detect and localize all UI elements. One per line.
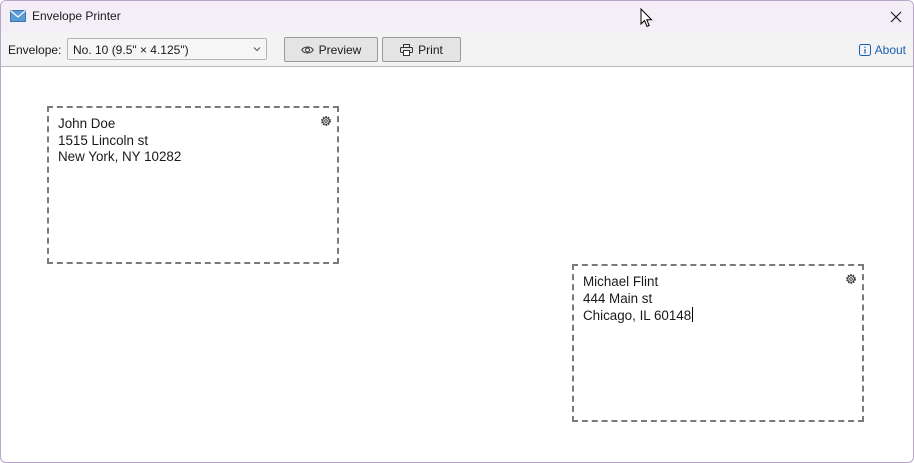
gear-icon[interactable] [845, 273, 857, 285]
envelope-size-select[interactable]: No. 10 (9.5" × 4.125") [67, 38, 267, 60]
envelope-size-value: No. 10 (9.5" × 4.125") [73, 43, 189, 57]
address-line: New York, NY 10282 [58, 149, 182, 164]
address-line: John Doe [58, 116, 116, 131]
envelope-icon [10, 10, 26, 22]
info-icon [858, 44, 871, 56]
mouse-pointer-icon [640, 8, 653, 28]
eye-icon [300, 46, 314, 53]
window-title: Envelope Printer [32, 9, 121, 23]
close-button[interactable] [879, 1, 913, 32]
address-line: 444 Main st [583, 290, 653, 306]
return-address-box[interactable]: John Doe 1515 Lincoln st New York, NY 10… [47, 106, 339, 264]
about-link[interactable]: About [858, 43, 906, 57]
about-label: About [874, 43, 906, 57]
chevron-down-icon [253, 47, 261, 52]
print-label: Print [418, 42, 443, 57]
address-line: 1515 Lincoln st [58, 132, 149, 148]
toolbar: Envelope: No. 10 (9.5" × 4.125") Preview… [1, 32, 913, 67]
gear-icon[interactable] [320, 115, 332, 127]
envelope-canvas: John Doe 1515 Lincoln st New York, NY 10… [3, 68, 911, 461]
app-window: Envelope Printer Envelope: No. 10 (9.5" … [0, 0, 914, 463]
recipient-address-box[interactable]: Michael Flint 444 Main st Chicago, IL 60… [572, 264, 864, 422]
text-caret [692, 307, 694, 322]
preview-button[interactable]: Preview [284, 37, 378, 62]
envelope-label: Envelope: [8, 43, 62, 57]
printer-icon [400, 43, 414, 56]
close-icon [890, 11, 902, 22]
recipient-address-text[interactable]: Michael Flint 444 Main st Chicago, IL 60… [583, 274, 694, 325]
print-button[interactable]: Print [382, 37, 461, 62]
return-address-text[interactable]: John Doe 1515 Lincoln st New York, NY 10… [58, 116, 181, 166]
address-line: Michael Flint [583, 274, 659, 289]
address-line: Chicago, IL 60148 [583, 308, 692, 323]
title-bar[interactable]: Envelope Printer [1, 1, 913, 32]
preview-label: Preview [318, 42, 362, 57]
